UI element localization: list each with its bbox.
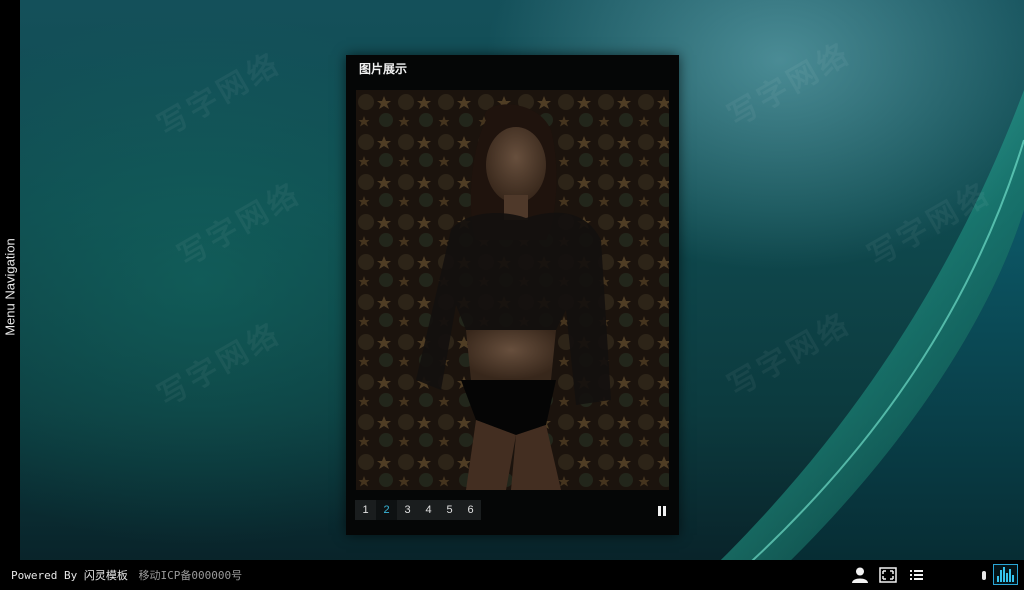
gallery-pager: 1 2 3 4 5 6	[355, 500, 481, 520]
user-icon[interactable]	[851, 567, 869, 583]
page-button-2[interactable]: 2	[376, 500, 397, 520]
pause-icon[interactable]	[658, 506, 668, 517]
list-icon[interactable]	[908, 567, 926, 583]
footer-bar: Powered By 闪灵模板 移动ICP备000000号	[0, 560, 1024, 590]
music-equalizer-icon[interactable]	[993, 564, 1018, 585]
fullscreen-icon[interactable]	[879, 567, 897, 583]
page-button-1[interactable]: 1	[355, 500, 376, 520]
page-button-5[interactable]: 5	[439, 500, 460, 520]
image-gallery-panel: 图片展示 1 2 3 4 5 6	[346, 55, 679, 535]
photo-image	[356, 90, 669, 490]
powered-by-text: Powered By 闪灵模板	[11, 569, 128, 582]
gallery-title: 图片展示	[359, 62, 408, 76]
side-menu-label: Menu Navigation	[2, 238, 18, 336]
page-button-3[interactable]: 3	[397, 500, 418, 520]
icp-number-text: 移动ICP备000000号	[138, 569, 243, 582]
page-button-6[interactable]: 6	[460, 500, 481, 520]
footer-credits: Powered By 闪灵模板 移动ICP备000000号	[11, 567, 242, 583]
side-menu-navigation[interactable]: Menu Navigation	[0, 0, 20, 560]
volume-icon[interactable]	[982, 571, 986, 580]
gallery-photo[interactable]	[356, 90, 669, 490]
page-button-4[interactable]: 4	[418, 500, 439, 520]
